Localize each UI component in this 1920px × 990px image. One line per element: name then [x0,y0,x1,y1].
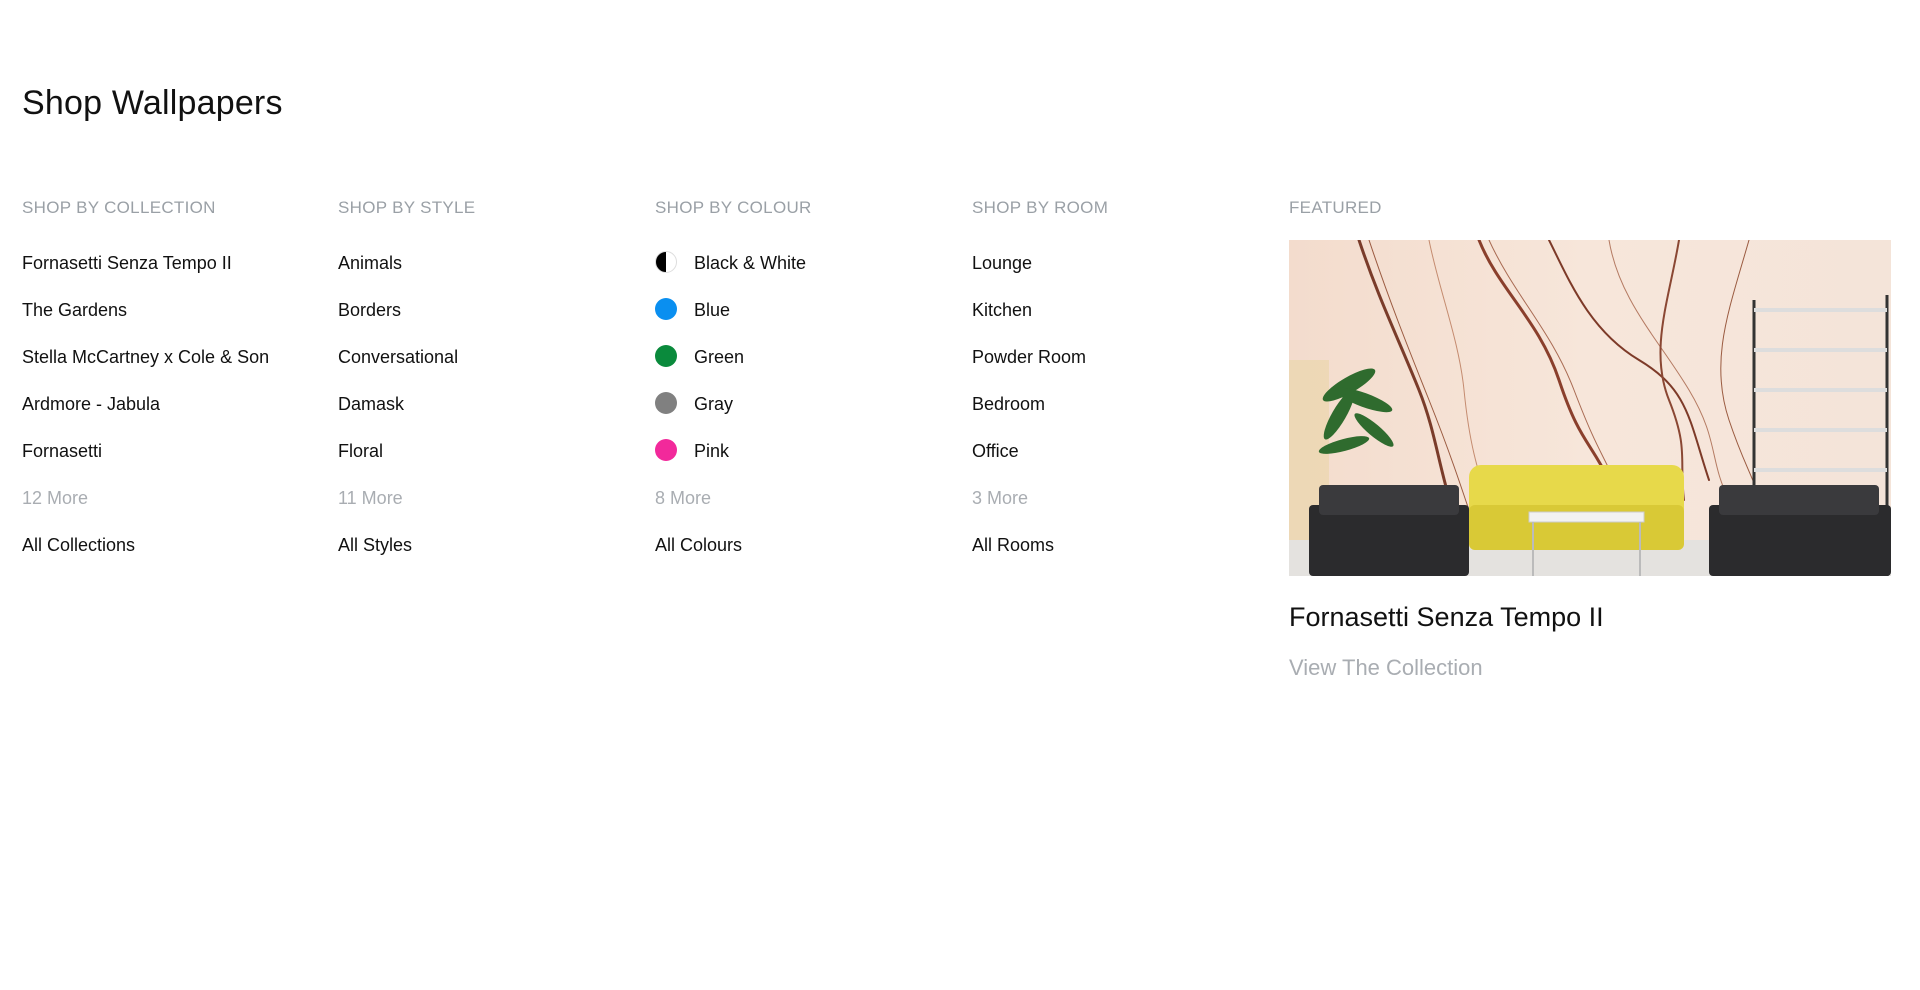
colour-item-black-white[interactable]: Black & White [655,240,955,287]
colour-label: Blue [694,300,731,320]
featured-image[interactable] [1289,240,1891,576]
featured-section: FEATURED Fornasetti Senza Tempo II View … [1289,196,1891,681]
colour-label: Black & White [694,253,807,273]
style-heading: SHOP BY STYLE [338,198,476,217]
colour-label: Gray [694,394,734,414]
colour-item-pink[interactable]: Pink [655,428,955,475]
collection-item[interactable]: Ardmore - Jabula [22,381,322,428]
colour-item-gray[interactable]: Gray [655,381,955,428]
room-item[interactable]: Kitchen [972,287,1272,334]
colour-label: Pink [694,441,730,461]
collection-column: SHOP BY COLLECTION Fornasetti Senza Temp… [22,196,322,569]
room-item[interactable]: Office [972,428,1272,475]
collection-item[interactable]: Fornasetti Senza Tempo II [22,240,322,287]
blue-swatch-icon [655,298,677,321]
all-colours-link[interactable]: All Colours [655,522,955,569]
colour-heading: SHOP BY COLOUR [655,198,812,217]
collection-more-link[interactable]: 12 More [22,475,322,522]
collection-item[interactable]: Fornasetti [22,428,322,475]
room-item[interactable]: Lounge [972,240,1272,287]
room-more-link[interactable]: 3 More [972,475,1272,522]
room-column: SHOP BY ROOM Lounge Kitchen Powder Room … [972,196,1272,569]
all-styles-link[interactable]: All Styles [338,522,638,569]
room-heading: SHOP BY ROOM [972,198,1109,217]
collection-item[interactable]: The Gardens [22,287,322,334]
style-item[interactable]: Conversational [338,334,638,381]
style-more-link[interactable]: 11 More [338,475,638,522]
style-column: SHOP BY STYLE Animals Borders Conversati… [338,196,638,569]
view-collection-link[interactable]: View The Collection [1289,655,1891,681]
style-item[interactable]: Damask [338,381,638,428]
style-item[interactable]: Animals [338,240,638,287]
collection-heading: SHOP BY COLLECTION [22,198,216,217]
style-item[interactable]: Borders [338,287,638,334]
green-swatch-icon [655,345,677,368]
colour-more-link[interactable]: 8 More [655,475,955,522]
all-rooms-link[interactable]: All Rooms [972,522,1272,569]
colour-label: Green [694,347,745,367]
style-item[interactable]: Floral [338,428,638,475]
gray-swatch-icon [655,392,677,415]
featured-heading: FEATURED [1289,198,1382,217]
colour-item-green[interactable]: Green [655,334,955,381]
colour-column: SHOP BY COLOUR Black & White Blue Green … [655,196,955,569]
colour-item-blue[interactable]: Blue [655,287,955,334]
all-collections-link[interactable]: All Collections [22,522,322,569]
room-item[interactable]: Bedroom [972,381,1272,428]
black-white-swatch-icon [655,251,677,274]
featured-title[interactable]: Fornasetti Senza Tempo II [1289,602,1891,633]
pink-swatch-icon [655,439,677,462]
page-title: Shop Wallpapers [22,84,283,122]
collection-item[interactable]: Stella McCartney x Cole & Son [22,334,322,381]
room-item[interactable]: Powder Room [972,334,1272,381]
